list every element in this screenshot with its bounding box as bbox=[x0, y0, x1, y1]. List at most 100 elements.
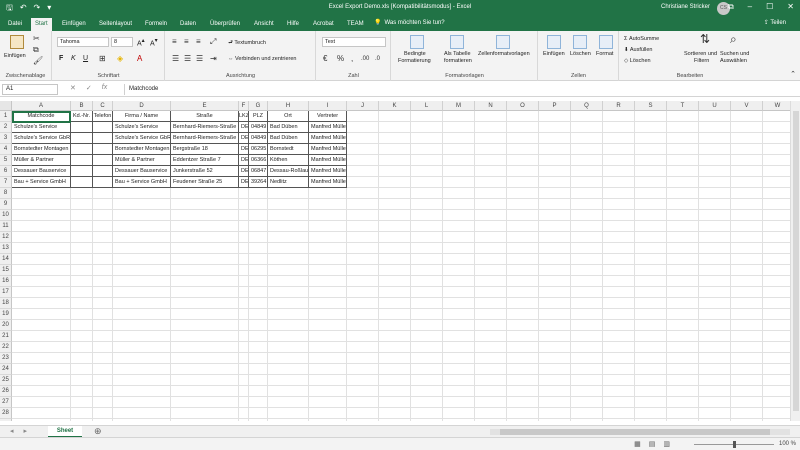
empty-cell[interactable] bbox=[763, 353, 790, 364]
empty-cell[interactable] bbox=[379, 254, 411, 265]
empty-cell[interactable] bbox=[667, 199, 699, 210]
empty-cell[interactable] bbox=[113, 265, 171, 276]
empty-cell[interactable] bbox=[113, 353, 171, 364]
empty-cell[interactable] bbox=[731, 166, 763, 177]
empty-cell[interactable] bbox=[635, 397, 667, 408]
empty-cell[interactable] bbox=[379, 232, 411, 243]
table-cell[interactable] bbox=[93, 155, 113, 166]
empty-cell[interactable] bbox=[731, 177, 763, 188]
empty-cell[interactable] bbox=[71, 243, 93, 254]
empty-cell[interactable] bbox=[667, 419, 699, 421]
empty-cell[interactable] bbox=[268, 221, 309, 232]
table-cell[interactable]: Bad Düben bbox=[268, 122, 309, 133]
empty-cell[interactable] bbox=[475, 221, 507, 232]
share-button[interactable]: ⇪ Teilen bbox=[764, 19, 786, 26]
empty-cell[interactable] bbox=[603, 122, 635, 133]
empty-cell[interactable] bbox=[12, 265, 71, 276]
empty-cell[interactable] bbox=[239, 375, 249, 386]
empty-cell[interactable] bbox=[763, 287, 790, 298]
empty-cell[interactable] bbox=[309, 265, 347, 276]
row-header[interactable]: 25 bbox=[0, 375, 12, 386]
empty-cell[interactable] bbox=[93, 386, 113, 397]
empty-cell[interactable] bbox=[571, 111, 603, 122]
empty-cell[interactable] bbox=[699, 397, 731, 408]
empty-cell[interactable] bbox=[475, 298, 507, 309]
tab-seitenlayout[interactable]: Seitenlayout bbox=[95, 19, 136, 31]
empty-cell[interactable] bbox=[71, 254, 93, 265]
empty-cell[interactable] bbox=[507, 155, 539, 166]
empty-cell[interactable] bbox=[507, 144, 539, 155]
empty-cell[interactable] bbox=[731, 232, 763, 243]
insert-function-icon[interactable]: fx bbox=[102, 84, 107, 92]
tab-ansicht[interactable]: Ansicht bbox=[250, 19, 278, 31]
empty-cell[interactable] bbox=[603, 309, 635, 320]
empty-cell[interactable] bbox=[411, 276, 443, 287]
empty-cell[interactable] bbox=[309, 419, 347, 421]
empty-cell[interactable] bbox=[731, 309, 763, 320]
empty-cell[interactable] bbox=[171, 265, 239, 276]
empty-cell[interactable] bbox=[379, 199, 411, 210]
decrease-decimal-icon[interactable]: .0 bbox=[375, 55, 380, 63]
empty-cell[interactable] bbox=[635, 353, 667, 364]
empty-cell[interactable] bbox=[571, 210, 603, 221]
empty-cell[interactable] bbox=[635, 254, 667, 265]
empty-cell[interactable] bbox=[475, 144, 507, 155]
row-header[interactable]: 24 bbox=[0, 364, 12, 375]
empty-cell[interactable] bbox=[699, 408, 731, 419]
empty-cell[interactable] bbox=[603, 397, 635, 408]
empty-cell[interactable] bbox=[411, 287, 443, 298]
empty-cell[interactable] bbox=[249, 419, 268, 421]
empty-cell[interactable] bbox=[113, 342, 171, 353]
empty-cell[interactable] bbox=[12, 353, 71, 364]
empty-cell[interactable] bbox=[239, 276, 249, 287]
empty-cell[interactable] bbox=[12, 320, 71, 331]
empty-cell[interactable] bbox=[443, 353, 475, 364]
empty-cell[interactable] bbox=[699, 276, 731, 287]
empty-cell[interactable] bbox=[763, 331, 790, 342]
empty-cell[interactable] bbox=[475, 133, 507, 144]
empty-cell[interactable] bbox=[411, 342, 443, 353]
empty-cell[interactable] bbox=[347, 265, 379, 276]
empty-cell[interactable] bbox=[268, 397, 309, 408]
empty-cell[interactable] bbox=[539, 144, 571, 155]
empty-cell[interactable] bbox=[347, 166, 379, 177]
empty-cell[interactable] bbox=[268, 364, 309, 375]
empty-cell[interactable] bbox=[411, 298, 443, 309]
empty-cell[interactable] bbox=[603, 386, 635, 397]
column-header-b[interactable]: B bbox=[71, 101, 93, 111]
row-header[interactable]: 8 bbox=[0, 188, 12, 199]
empty-cell[interactable] bbox=[239, 243, 249, 254]
column-header-c[interactable]: C bbox=[93, 101, 113, 111]
table-cell[interactable]: Müller & Partner bbox=[113, 155, 171, 166]
empty-cell[interactable] bbox=[507, 122, 539, 133]
row-header[interactable]: 10 bbox=[0, 210, 12, 221]
empty-cell[interactable] bbox=[239, 199, 249, 210]
empty-cell[interactable] bbox=[249, 199, 268, 210]
empty-cell[interactable] bbox=[379, 144, 411, 155]
empty-cell[interactable] bbox=[667, 386, 699, 397]
empty-cell[interactable] bbox=[507, 375, 539, 386]
empty-cell[interactable] bbox=[763, 111, 790, 122]
empty-cell[interactable] bbox=[113, 408, 171, 419]
empty-cell[interactable] bbox=[443, 386, 475, 397]
empty-cell[interactable] bbox=[171, 386, 239, 397]
empty-cell[interactable] bbox=[699, 364, 731, 375]
empty-cell[interactable] bbox=[171, 221, 239, 232]
empty-cell[interactable] bbox=[763, 232, 790, 243]
merge-center-button[interactable]: ⇔ Verbinden und zentrieren bbox=[228, 56, 297, 62]
empty-cell[interactable] bbox=[347, 199, 379, 210]
empty-cell[interactable] bbox=[603, 353, 635, 364]
column-title-cell[interactable]: Ort bbox=[268, 111, 309, 122]
empty-cell[interactable] bbox=[309, 375, 347, 386]
empty-cell[interactable] bbox=[249, 408, 268, 419]
empty-cell[interactable] bbox=[411, 397, 443, 408]
column-header-h[interactable]: H bbox=[268, 101, 309, 111]
empty-cell[interactable] bbox=[249, 342, 268, 353]
delete-cells-icon[interactable] bbox=[573, 35, 587, 49]
empty-cell[interactable] bbox=[113, 188, 171, 199]
row-header[interactable]: 2 bbox=[0, 122, 12, 133]
empty-cell[interactable] bbox=[443, 309, 475, 320]
empty-cell[interactable] bbox=[731, 188, 763, 199]
empty-cell[interactable] bbox=[12, 309, 71, 320]
empty-cell[interactable] bbox=[309, 386, 347, 397]
